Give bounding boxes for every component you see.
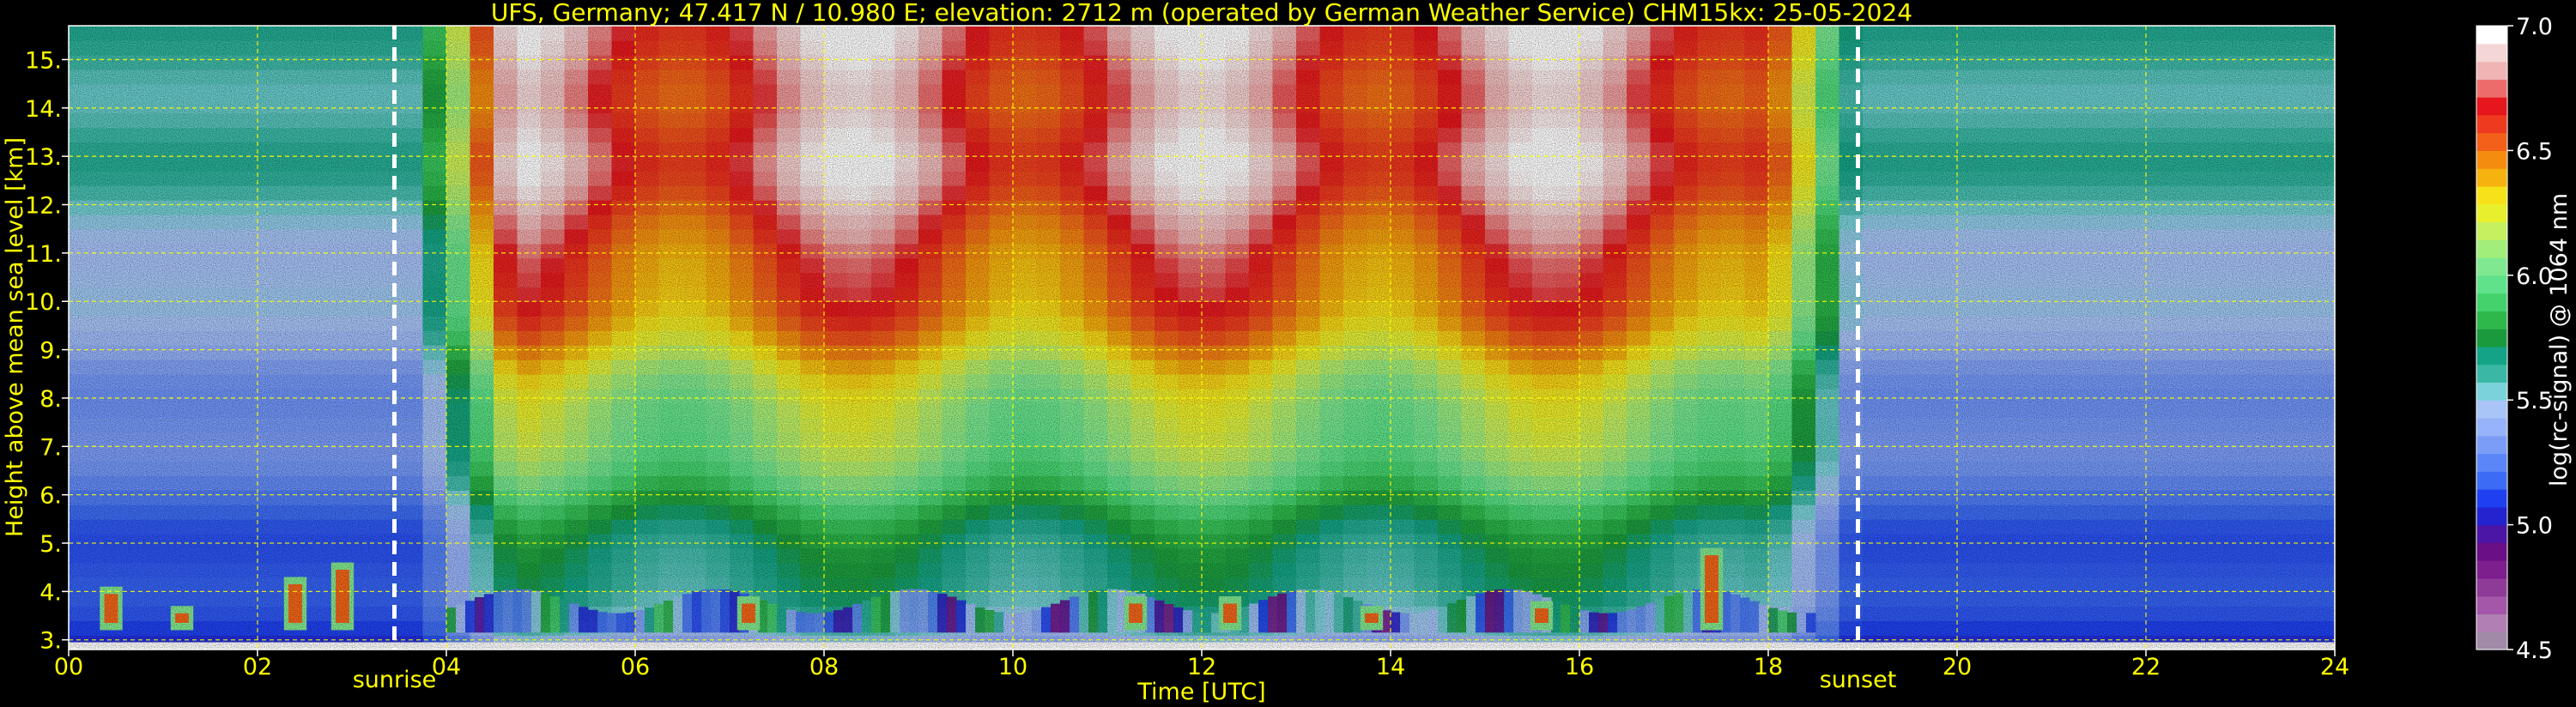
y-tick-label: 11.	[25, 241, 62, 268]
y-tick-label: 8.	[39, 386, 62, 413]
x-tick-label: 14	[1376, 654, 1405, 680]
y-axis-label: Height above mean sea level [km]	[2, 137, 28, 537]
colorbar-segment	[2476, 329, 2507, 347]
sun-annotation-label: sunset	[1820, 667, 1897, 693]
colorbar-label: log(rc-signal) @ 1064 nm	[2546, 193, 2573, 486]
colorbar-segment	[2476, 489, 2507, 508]
x-tick-label: 12	[1187, 654, 1216, 680]
colorbar-segment	[2476, 364, 2507, 384]
x-tick-label: 22	[2131, 654, 2161, 680]
colorbar-segment	[2476, 435, 2507, 455]
colorbar-tick-label: 4.5	[2516, 638, 2553, 664]
colorbar-tick-label: 6.5	[2516, 138, 2553, 165]
colorbar-segment	[2476, 185, 2507, 205]
sun-annotation-label: sunrise	[353, 667, 437, 693]
colorbar-segment	[2476, 631, 2507, 650]
colorbar-segment	[2476, 275, 2507, 294]
x-tick-label: 20	[1943, 654, 1972, 680]
colorbar-segment	[2476, 257, 2507, 276]
colorbar-tick-label: 5.0	[2516, 513, 2553, 540]
y-tick-label: 9.	[39, 338, 62, 365]
x-tick-label: 24	[2320, 654, 2349, 680]
x-tick-label: 16	[1565, 654, 1594, 680]
x-tick-label: 10	[998, 654, 1027, 680]
colorbar-segment	[2476, 132, 2507, 151]
colorbar-segment	[2476, 97, 2507, 116]
colorbar-segment	[2476, 203, 2507, 223]
x-tick-label: 08	[809, 654, 839, 680]
x-tick-label: 02	[243, 654, 272, 680]
y-tick-label: 6.	[39, 483, 62, 510]
y-tick-label: 12.	[25, 193, 62, 220]
colorbar-segment	[2476, 26, 2507, 45]
x-tick-label: 06	[621, 654, 650, 680]
colorbar-segment	[2476, 114, 2507, 134]
y-tick-label: 15.	[25, 47, 62, 74]
colorbar-segment	[2476, 293, 2507, 311]
y-tick-label: 4.	[39, 579, 62, 606]
x-axis-label: Time [UTC]	[1136, 679, 1265, 705]
colorbar-tick-label: 7.0	[2516, 14, 2553, 40]
colorbar-segment	[2476, 79, 2507, 98]
colorbar-segment	[2476, 311, 2507, 329]
y-tick-label: 7.	[39, 434, 62, 461]
y-tick-label: 14.	[25, 96, 62, 123]
colorbar-segment	[2476, 613, 2507, 632]
colorbar-segment	[2476, 346, 2507, 366]
colorbar	[2476, 25, 2508, 650]
colorbar-segment	[2476, 524, 2507, 543]
y-tick-label: 3.	[39, 628, 62, 655]
colorbar-segment	[2476, 168, 2507, 187]
colorbar-segment	[2476, 61, 2507, 80]
colorbar-segment	[2476, 221, 2507, 240]
colorbar-segment	[2476, 239, 2507, 258]
colorbar-segment	[2476, 471, 2507, 490]
y-tick-label: 13.	[25, 144, 62, 171]
colorbar-segment	[2476, 506, 2507, 526]
ceilometer-chart: UFS, Germany; 47.417 N / 10.980 E; eleva…	[0, 0, 2576, 707]
y-tick-label: 10.	[25, 289, 62, 316]
colorbar-segment	[2476, 560, 2507, 579]
colorbar-segment	[2476, 542, 2507, 561]
x-tick-label: 18	[1754, 654, 1783, 680]
y-tick-label: 5.	[39, 531, 62, 558]
colorbar-segment	[2476, 595, 2507, 615]
x-tick-label: 00	[54, 654, 83, 680]
chart-title: UFS, Germany; 47.417 N / 10.980 E; eleva…	[491, 0, 1912, 27]
colorbar-segment	[2476, 382, 2507, 401]
plot-area	[69, 26, 2335, 650]
colorbar-segment	[2476, 400, 2507, 419]
colorbar-segment	[2476, 150, 2507, 169]
colorbar-segment	[2476, 577, 2507, 597]
colorbar-segment	[2476, 453, 2507, 472]
colorbar-segment	[2476, 417, 2507, 437]
colorbar-segment	[2476, 43, 2507, 63]
